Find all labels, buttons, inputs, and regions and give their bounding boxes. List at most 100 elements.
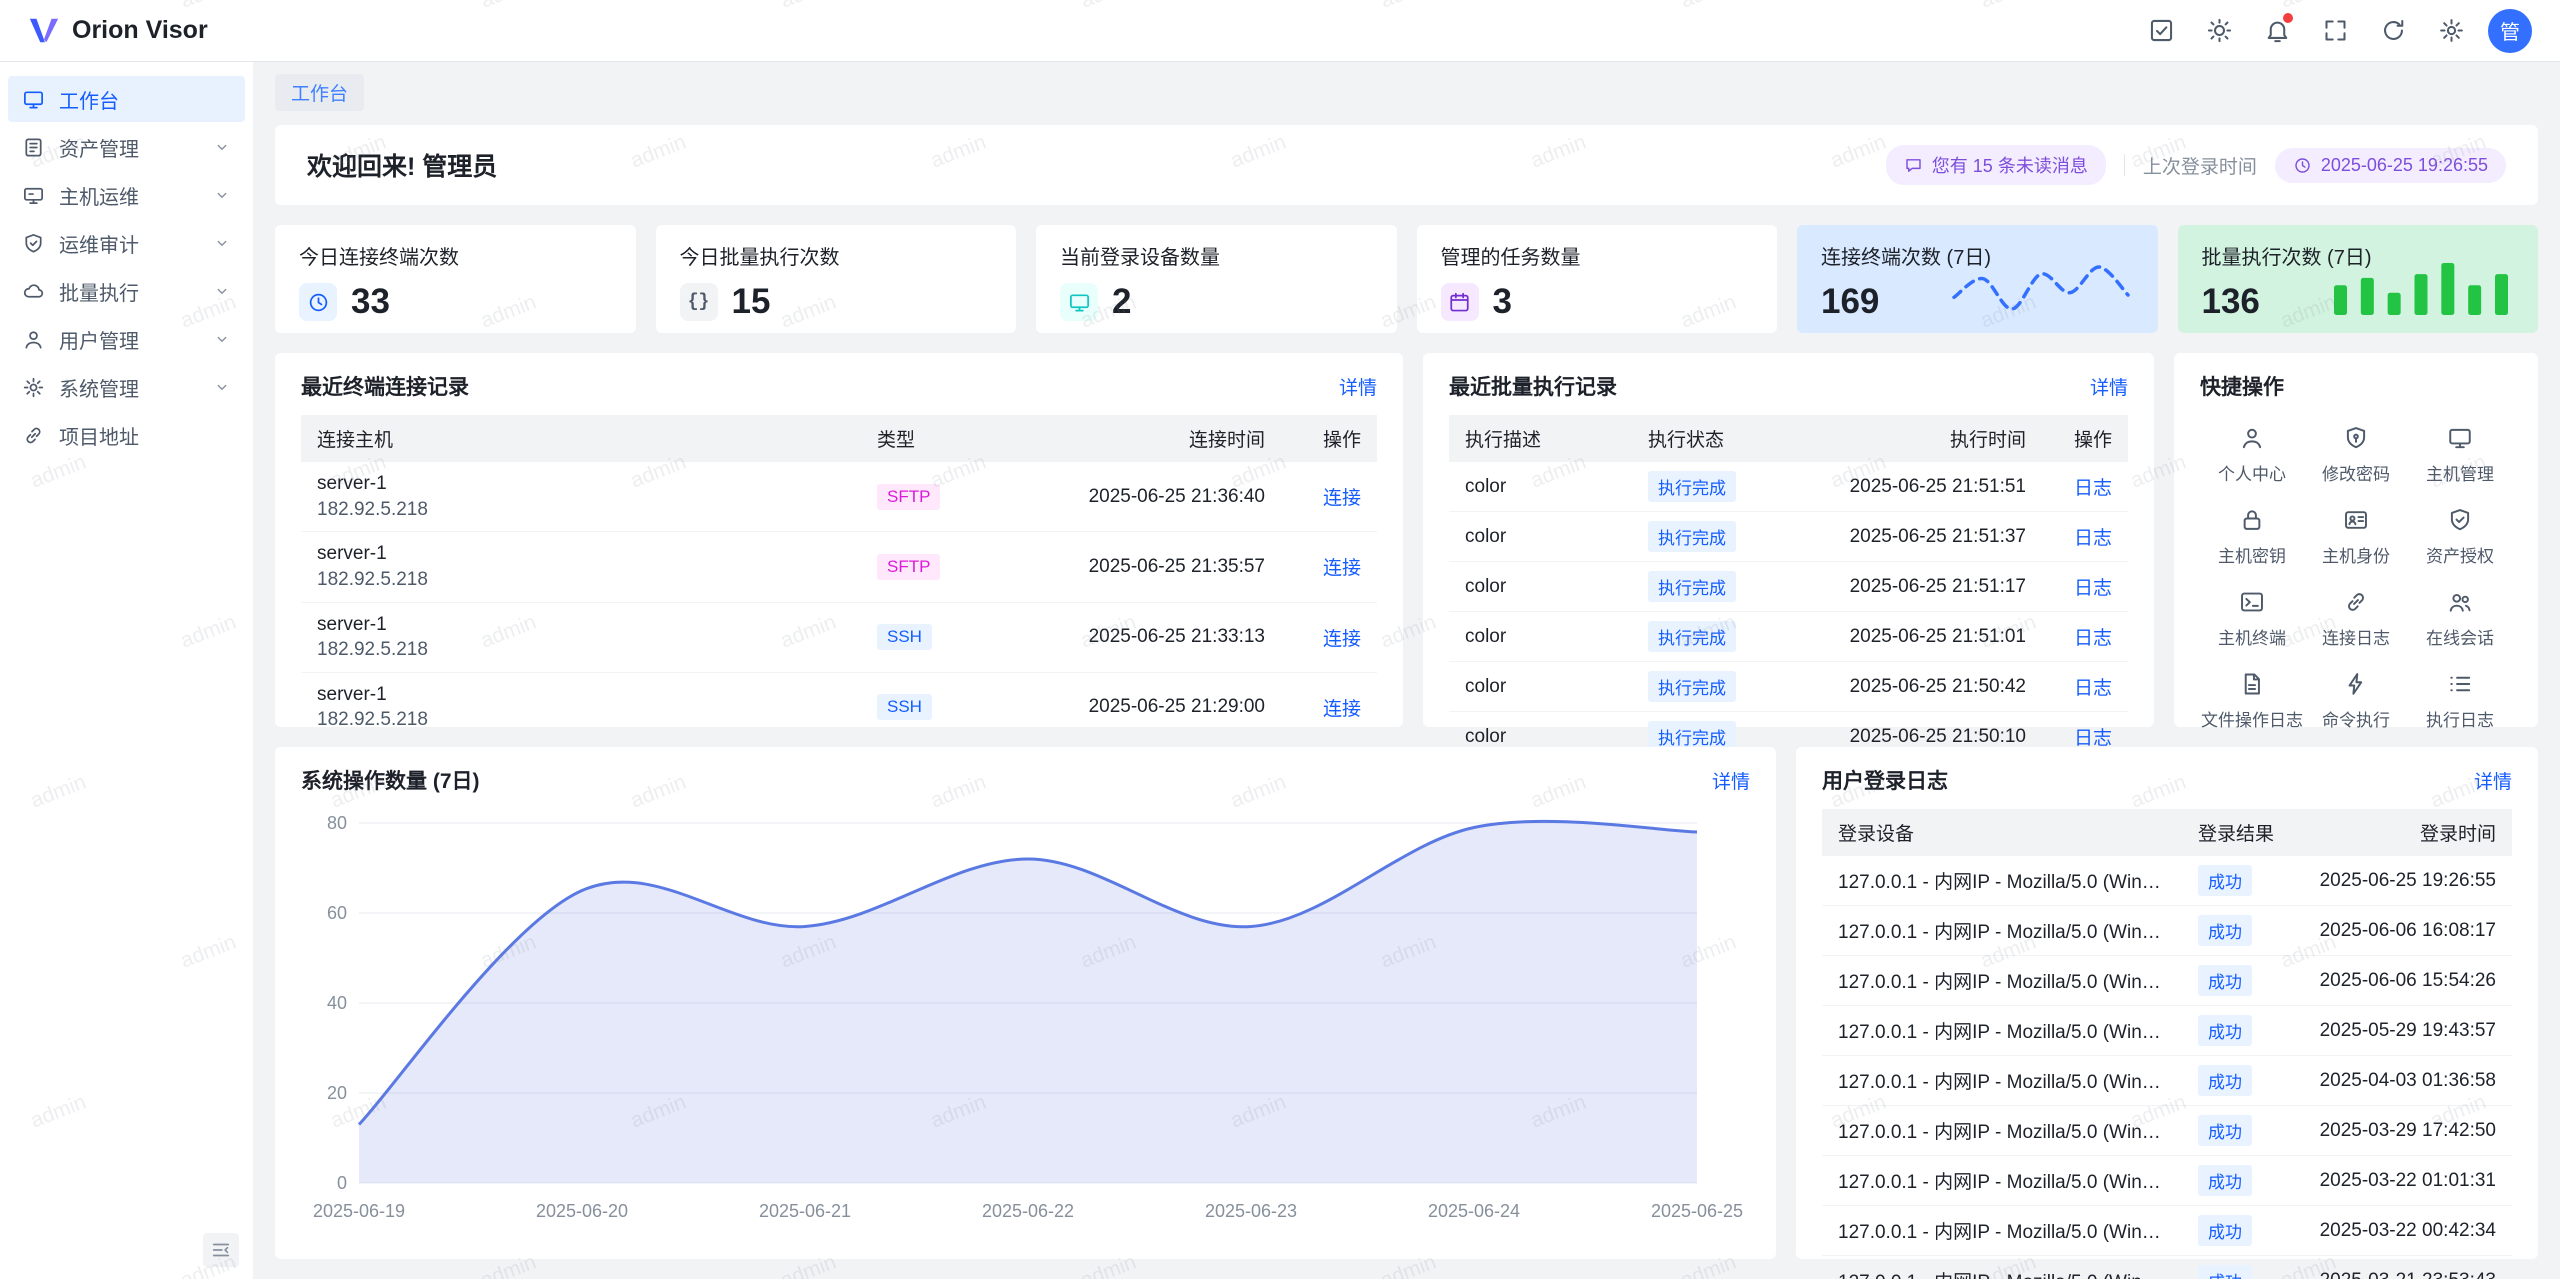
quick-action-asset-authorization[interactable]: 资产授权 xyxy=(2408,507,2512,567)
quick-action-host-terminal[interactable]: 主机终端 xyxy=(2200,589,2304,649)
chevron-down-icon xyxy=(213,378,231,396)
host-ip: 182.92.5.218 xyxy=(317,707,845,733)
sidebar-item-asset-management[interactable]: 资产管理 xyxy=(8,124,245,170)
list-icon xyxy=(2447,671,2473,697)
login-device: 127.0.0.1 - 内网IP - Mozilla/5.0 (Windows … xyxy=(1822,1206,2182,1256)
device-monitor-icon xyxy=(1060,283,1098,321)
execution-time: 2025-06-25 21:51:17 xyxy=(1792,562,2042,612)
log-link[interactable]: 日志 xyxy=(2074,528,2112,549)
table-row: color 执行完成 2025-06-25 21:50:42 日志 xyxy=(1449,662,2128,712)
stat-label: 管理的任务数量 xyxy=(1441,241,1754,270)
quick-action-label: 主机管理 xyxy=(2426,460,2494,485)
user-avatar[interactable]: 管 xyxy=(2488,9,2532,53)
execution-time: 2025-06-25 21:51:01 xyxy=(1792,612,2042,662)
quick-action-host-management[interactable]: 主机管理 xyxy=(2408,425,2512,485)
svg-text:2025-06-23: 2025-06-23 xyxy=(1205,1201,1297,1221)
login-logs-detail-link[interactable]: 详情 xyxy=(2474,767,2512,794)
theme-button[interactable] xyxy=(2198,10,2240,52)
sidebar-item-label: 批量执行 xyxy=(59,277,199,306)
unread-messages-badge[interactable]: 您有 15 条未读消息 xyxy=(1886,145,2106,185)
quick-action-online-sessions[interactable]: 在线会话 xyxy=(2408,589,2512,649)
login-time: 2025-05-29 19:43:57 xyxy=(2294,1006,2512,1056)
settings-button[interactable] xyxy=(2430,10,2472,52)
connect-link[interactable]: 连接 xyxy=(1323,699,1361,720)
quick-action-command-execution[interactable]: 命令执行 xyxy=(2304,671,2408,731)
clock-icon xyxy=(299,283,337,321)
connection-time: 2025-06-25 21:35:57 xyxy=(991,532,1281,602)
quick-action-personal-center[interactable]: 个人中心 xyxy=(2200,425,2304,485)
todo-button[interactable] xyxy=(2140,10,2182,52)
connect-link[interactable]: 连接 xyxy=(1323,629,1361,650)
stat-card-today-executions: 今日批量执行次数 {} 15 xyxy=(656,225,1017,333)
app-logo: Orion Visor xyxy=(28,16,208,46)
quick-actions-panel: 快捷操作 个人中心 修改密码 主机管理 主机密钥 xyxy=(2174,353,2538,727)
recent-connections-panel: 最近终端连接记录 详情 连接主机 类型 连接时间 操作 server-1182.… xyxy=(275,353,1403,727)
svg-text:2025-06-24: 2025-06-24 xyxy=(1428,1201,1520,1221)
sidebar-item-system-management[interactable]: 系统管理 xyxy=(8,364,245,410)
connect-link[interactable]: 连接 xyxy=(1323,488,1361,509)
connections-detail-link[interactable]: 详情 xyxy=(1339,373,1377,400)
gear-icon xyxy=(2438,17,2465,44)
log-link[interactable]: 日志 xyxy=(2074,678,2112,699)
refresh-button[interactable] xyxy=(2372,10,2414,52)
top-bar: Orion Visor 管 xyxy=(0,0,2560,62)
quick-action-change-password[interactable]: 修改密码 xyxy=(2304,425,2408,485)
quick-actions-grid: 个人中心 修改密码 主机管理 主机密钥 主机身份 xyxy=(2200,425,2512,731)
quick-action-execution-logs[interactable]: 执行日志 xyxy=(2408,671,2512,731)
log-link[interactable]: 日志 xyxy=(2074,578,2112,599)
sidebar-item-ops-audit[interactable]: 运维审计 xyxy=(8,220,245,266)
svg-text:2025-06-22: 2025-06-22 xyxy=(982,1201,1074,1221)
log-link[interactable]: 日志 xyxy=(2074,728,2112,749)
svg-text:2025-06-19: 2025-06-19 xyxy=(313,1201,405,1221)
table-row: 127.0.0.1 - 内网IP - Mozilla/5.0 (Windows … xyxy=(1822,956,2512,1006)
dashboard-icon xyxy=(22,88,45,111)
login-result-badge: 成功 xyxy=(2198,865,2252,896)
table-row: 127.0.0.1 - 内网IP - Mozilla/5.0 (Windows … xyxy=(1822,1056,2512,1106)
quick-action-label: 主机密钥 xyxy=(2218,542,2286,567)
table-row: server-1182.92.5.218 SSH 2025-06-25 21:2… xyxy=(301,672,1377,742)
quick-action-label: 资产授权 xyxy=(2426,542,2494,567)
executions-detail-link[interactable]: 详情 xyxy=(2090,373,2128,400)
stat-cards-row: 今日连接终端次数 33 今日批量执行次数 {} 15 当前登录设备数量 2 管理… xyxy=(275,225,2538,333)
sun-icon xyxy=(2206,17,2233,44)
execution-status-badge: 执行完成 xyxy=(1648,471,1736,502)
svg-text:80: 80 xyxy=(327,813,347,833)
quick-action-label: 主机身份 xyxy=(2322,542,2390,567)
system-ops-detail-link[interactable]: 详情 xyxy=(1712,767,1750,794)
quick-action-label: 在线会话 xyxy=(2426,624,2494,649)
breadcrumb-item-workbench[interactable]: 工作台 xyxy=(275,74,364,111)
sidebar-item-label: 项目地址 xyxy=(59,421,231,450)
execution-status-badge: 执行完成 xyxy=(1648,571,1736,602)
login-result-badge: 成功 xyxy=(2198,1115,2252,1146)
login-device: 127.0.0.1 - 内网IP - Mozilla/5.0 (Windows … xyxy=(1822,1056,2182,1106)
quick-action-file-operation-logs[interactable]: 文件操作日志 xyxy=(2200,671,2304,731)
panel-title: 最近终端连接记录 xyxy=(301,371,469,401)
table-row: 127.0.0.1 - 内网IP - Mozilla/5.0 (Windows … xyxy=(1822,856,2512,906)
file-text-icon xyxy=(2239,671,2265,697)
sidebar-item-workbench[interactable]: 工作台 xyxy=(8,76,245,122)
column-header: 登录结果 xyxy=(2182,809,2294,856)
quick-action-host-identity[interactable]: 主机身份 xyxy=(2304,507,2408,567)
sidebar-item-project-link[interactable]: 项目地址 xyxy=(8,412,245,458)
stat-card-today-connections: 今日连接终端次数 33 xyxy=(275,225,636,333)
welcome-banner: 欢迎回来! 管理员 您有 15 条未读消息 上次登录时间 2025-06-25 … xyxy=(275,125,2538,205)
execution-desc: color xyxy=(1449,562,1632,612)
sidebar-collapse-button[interactable] xyxy=(203,1233,239,1267)
quick-action-label: 执行日志 xyxy=(2426,706,2494,731)
column-header: 操作 xyxy=(1281,415,1377,462)
shield-check-icon xyxy=(2447,507,2473,533)
sidebar-item-user-management[interactable]: 用户管理 xyxy=(8,316,245,362)
log-link[interactable]: 日志 xyxy=(2074,628,2112,649)
sidebar-item-host-ops[interactable]: 主机运维 xyxy=(8,172,245,218)
log-link[interactable]: 日志 xyxy=(2074,478,2112,499)
table-row: 127.0.0.1 - 内网IP - Mozilla/5.0 (Windows … xyxy=(1822,1256,2512,1279)
connect-link[interactable]: 连接 xyxy=(1323,558,1361,579)
sidebar-item-batch-execution[interactable]: 批量执行 xyxy=(8,268,245,314)
host-name: server-1 xyxy=(317,612,845,638)
table-row: color 执行完成 2025-06-25 21:51:01 日志 xyxy=(1449,612,2128,662)
host-name: server-1 xyxy=(317,471,845,497)
notifications-button[interactable] xyxy=(2256,10,2298,52)
quick-action-host-keys[interactable]: 主机密钥 xyxy=(2200,507,2304,567)
quick-action-connection-logs[interactable]: 连接日志 xyxy=(2304,589,2408,649)
fullscreen-button[interactable] xyxy=(2314,10,2356,52)
